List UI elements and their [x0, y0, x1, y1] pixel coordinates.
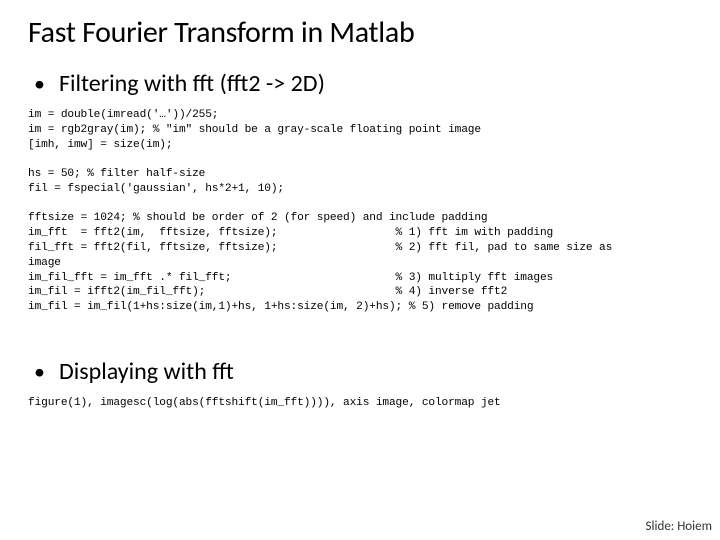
code-block-filtering: im = double(imread('…'))/255; im = rgb2g… [28, 108, 692, 315]
bullet-filtering: • Filtering with fft (fft2 -> 2D) [28, 69, 692, 98]
bullet-text-2: Displaying with fft [59, 357, 234, 386]
slide-credit: Slide: Hoiem [646, 519, 712, 534]
bullet-text-1: Filtering with fft (fft2 -> 2D) [59, 69, 325, 98]
bullet-dot-icon: • [34, 361, 45, 383]
slide-title: Fast Fourier Transform in Matlab [28, 14, 692, 51]
code-block-displaying: figure(1), imagesc(log(abs(fftshift(im_f… [28, 396, 692, 411]
bullet-dot-icon: • [34, 73, 45, 95]
bullet-displaying: • Displaying with fft [28, 357, 692, 386]
